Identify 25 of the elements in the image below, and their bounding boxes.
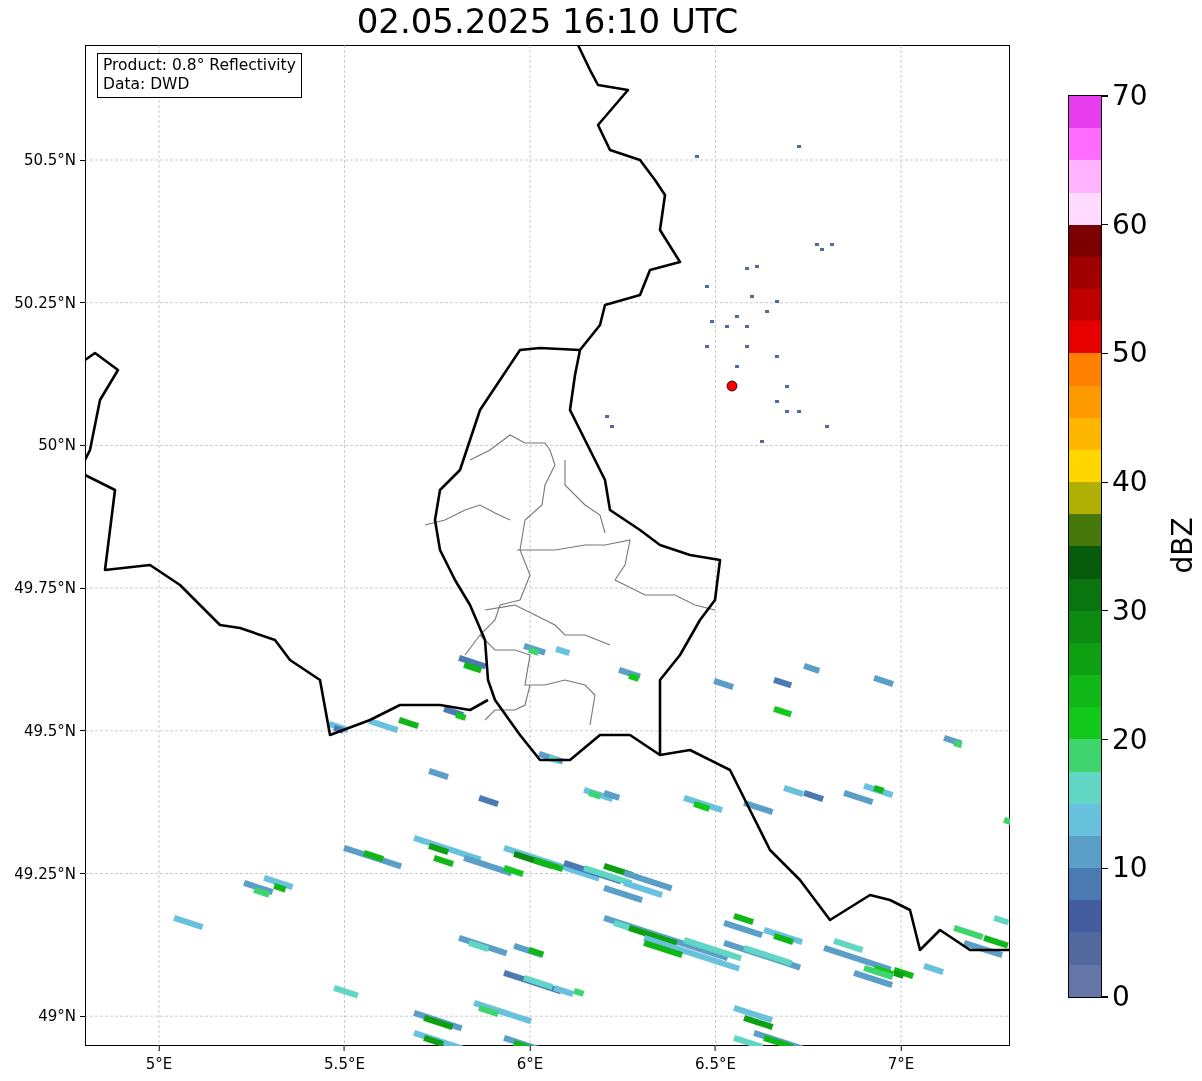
radar-site-marker xyxy=(726,380,738,392)
colorbar-tick-label: 50 xyxy=(1112,337,1148,370)
axis-tick-label: 50°N xyxy=(38,436,76,455)
product-label: Product: 0.8° Reflectivity xyxy=(103,56,296,75)
axis-tick-label: 5°E xyxy=(145,1055,173,1073)
axis-tick-label: 7°E xyxy=(887,1055,915,1073)
colorbar-tick-label: 70 xyxy=(1112,80,1148,112)
colorbar-tick-label: 30 xyxy=(1112,594,1148,627)
axis-tick-label: 49.25°N xyxy=(14,864,76,883)
axis-tick-label: 49.75°N xyxy=(14,579,76,598)
colorbar-tick-label: 10 xyxy=(1112,852,1148,885)
colorbar-label: dBZ xyxy=(1165,517,1199,574)
colorbar-tick-label: 40 xyxy=(1112,466,1148,499)
colorbar-tick-label: 0 xyxy=(1112,981,1130,1013)
axis-tick-label: 49.5°N xyxy=(23,721,76,740)
axis-tick-label: 5.5°E xyxy=(324,1055,365,1073)
map-title: 02.05.2025 16:10 UTC xyxy=(356,1,739,41)
axis-tick-label: 6.5°E xyxy=(695,1055,736,1073)
axis-tick-label: 50.5°N xyxy=(23,151,76,169)
colorbar-tick-label: 20 xyxy=(1112,723,1148,756)
axis-tick-label: 6°E xyxy=(516,1055,544,1073)
axis-tick-label: 50.25°N xyxy=(14,293,76,312)
data-source-label: Data: DWD xyxy=(103,75,191,94)
colorbar-tick-label: 60 xyxy=(1112,208,1148,241)
axis-tick-label: 49°N xyxy=(38,1007,76,1026)
